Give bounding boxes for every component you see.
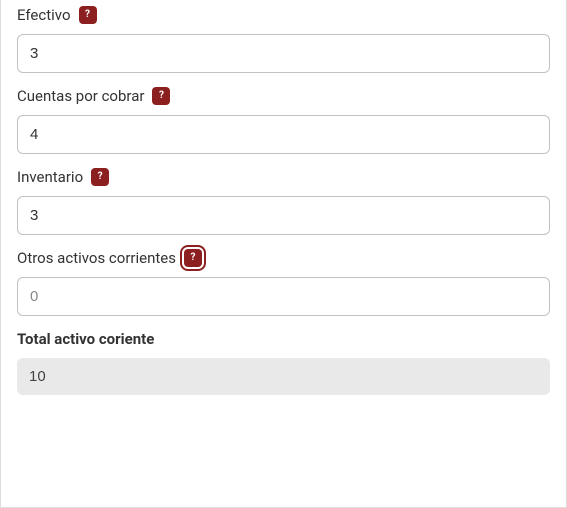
total-section: Total activo coriente <box>17 330 550 395</box>
total-label: Total activo coriente <box>17 330 550 348</box>
field-efectivo: Efectivo ? <box>17 6 550 73</box>
cuentas-input[interactable] <box>17 115 550 154</box>
otros-label: Otros activos corrientes <box>17 249 176 267</box>
help-icon[interactable]: ? <box>184 249 202 267</box>
otros-input[interactable] <box>17 277 550 316</box>
help-icon[interactable]: ? <box>91 168 109 186</box>
inventario-input[interactable] <box>17 196 550 235</box>
total-output <box>17 358 550 395</box>
form-panel: Efectivo ? Cuentas por cobrar ? Inventar… <box>0 0 567 508</box>
efectivo-label: Efectivo <box>17 6 71 24</box>
cuentas-label: Cuentas por cobrar <box>17 87 144 105</box>
field-inventario: Inventario ? <box>17 168 550 235</box>
field-cuentas-por-cobrar: Cuentas por cobrar ? <box>17 87 550 154</box>
field-otros-activos: Otros activos corrientes ? <box>17 249 550 316</box>
efectivo-input[interactable] <box>17 34 550 73</box>
help-icon[interactable]: ? <box>152 87 170 105</box>
inventario-label: Inventario <box>17 168 83 186</box>
help-icon[interactable]: ? <box>79 6 97 24</box>
